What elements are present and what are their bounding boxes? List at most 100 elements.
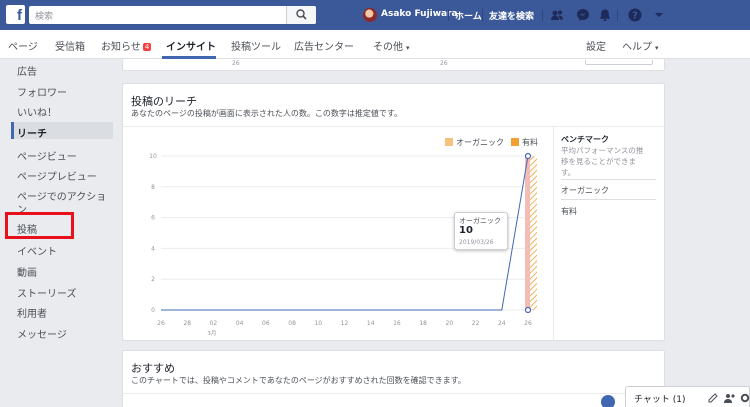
x-tick-label: 16 (393, 320, 401, 327)
dropdown-stub[interactable] (585, 60, 653, 65)
sidebar-item-reach[interactable]: リーチ (17, 125, 47, 140)
messenger-icon[interactable] (576, 8, 590, 22)
tab-inbox[interactable]: 受信箱 (55, 38, 85, 53)
divider (123, 126, 666, 127)
sidebar-item-likes[interactable]: いいね！ (17, 104, 57, 119)
x-tick-label: 14 (367, 320, 375, 327)
sidebar-item-page-views[interactable]: ページビュー (17, 148, 77, 163)
tooltip-value: 10 (459, 225, 473, 236)
legend-organic[interactable]: オーガニック (445, 137, 504, 148)
chevron-down-icon: ▾ (406, 44, 410, 52)
divider (482, 9, 483, 21)
x-tick-label: 06 (262, 320, 270, 327)
tab-publishing-tools[interactable]: 投稿ツール (231, 38, 281, 53)
highlight-bar (525, 156, 530, 310)
benchmark-paid[interactable]: 有料 (561, 206, 577, 217)
legend-swatch (445, 138, 453, 146)
divider (553, 126, 554, 341)
x-tick-label: 24 (498, 320, 506, 327)
divider (448, 9, 449, 21)
benchmark-desc: 移を見ることができま (561, 157, 636, 166)
benchmark-desc: す。 (561, 168, 576, 177)
tab-more[interactable]: その他 ▾ (373, 38, 410, 53)
sidebar-item-page-actions[interactable]: ページでのアクショ (17, 188, 106, 203)
home-link[interactable]: ホーム (455, 9, 482, 22)
gear-icon[interactable] (740, 393, 750, 403)
y-tick-label: 10 (149, 153, 157, 160)
previous-chart-panel: 26 26 (122, 59, 665, 71)
x-tick-label: 04 (236, 320, 244, 327)
help-link[interactable]: ヘルプ ▾ (622, 38, 659, 53)
profile-link[interactable]: Asako Fujiwara (381, 9, 458, 19)
tab-insights[interactable]: インサイト (166, 38, 216, 53)
facebook-logo-icon[interactable]: f (6, 5, 25, 24)
chevron-down-icon: ▾ (655, 44, 659, 52)
sidebar-item-stories[interactable]: ストーリーズ (17, 285, 77, 300)
page-nav: ページ 受信箱 お知らせ 4 インサイト 投稿ツール 広告センター その他 ▾ 設定… (0, 30, 750, 59)
sidebar-item-followers[interactable]: フォロワー (17, 84, 67, 99)
notifications-icon[interactable] (598, 8, 612, 22)
x-tick-label: 26 (524, 320, 532, 327)
legend-paid[interactable]: 有料 (511, 137, 538, 148)
search-input[interactable]: 検索 (35, 9, 53, 22)
legend-swatch (511, 138, 519, 146)
panel-subtitle: あなたのページの投稿が画面に表示された人の数。この数字は推定値です。 (131, 109, 403, 118)
x-tick-label: 10 (314, 320, 322, 327)
chart-tooltip: オーガニック 10 2019/03/26 (454, 212, 508, 250)
x-tick-label: 22 (472, 320, 480, 327)
panel-title: おすすめ (131, 362, 175, 375)
avatar[interactable] (363, 8, 377, 22)
tab-more-label: その他 (373, 42, 403, 53)
x-tick-label: 26 (157, 320, 165, 327)
compose-icon[interactable] (708, 393, 718, 403)
top-bar: f 検索 Asako Fujiwara ホーム 友達を検索 ? (0, 0, 750, 30)
divider (617, 9, 618, 21)
benchmark-organic[interactable]: オーガニック (561, 185, 609, 196)
x-tick-label: 08 (288, 320, 296, 327)
y-tick-label: 4 (151, 245, 155, 252)
sidebar-item-ads[interactable]: 広告 (17, 63, 37, 78)
search-icon (296, 9, 307, 20)
recommendations-panel: おすすめ このチャートでは、投稿やコメントであなたのページがおすすめされた回数を… (122, 350, 666, 407)
sidebar-item-page-previews[interactable]: ページプレビュー (17, 168, 97, 183)
chat-bar[interactable]: チャット (1) (625, 386, 750, 407)
tab-page[interactable]: ページ (8, 38, 38, 53)
x-tick-label: 18 (419, 320, 427, 327)
friends-icon[interactable] (724, 393, 736, 403)
legend-label: オーガニック (456, 138, 504, 147)
help-icon[interactable]: ? (628, 8, 642, 22)
friend-requests-icon[interactable] (550, 8, 564, 22)
x-tick: 26 (440, 60, 448, 67)
panel-subtitle: このチャートでは、投稿やコメントであなたのページがおすすめされた回数を確認できま… (131, 376, 466, 385)
post-reach-panel: 投稿のリーチ あなたのページの投稿が画面に表示された人の数。この数字は推定値です… (122, 83, 666, 341)
sidebar-item-videos[interactable]: 動画 (17, 264, 37, 279)
notification-badge: 4 (142, 43, 152, 51)
x-tick-label: 28 (183, 320, 191, 327)
highlight-box (5, 212, 74, 239)
sidebar-item-messages[interactable]: メッセージ (17, 326, 67, 341)
y-tick-label: 6 (151, 215, 155, 222)
account-menu-icon[interactable] (652, 8, 666, 22)
x-tick: 26 (232, 60, 240, 67)
tab-notifications[interactable]: お知らせ 4 (101, 38, 152, 53)
legend-label: 有料 (522, 138, 538, 147)
data-point (524, 306, 532, 314)
panel-title: 投稿のリーチ (131, 95, 197, 108)
chat-label: チャット (1) (634, 395, 686, 405)
sidebar-item-events[interactable]: イベント (17, 243, 57, 258)
find-friends-link[interactable]: 友達を検索 (489, 9, 534, 22)
search-button[interactable] (286, 6, 316, 24)
globe-icon[interactable] (601, 395, 615, 407)
y-tick-label: 0 (151, 307, 155, 314)
search-box[interactable]: 検索 (29, 6, 316, 24)
y-tick-label: 2 (151, 276, 155, 283)
help-link-label: ヘルプ (622, 42, 652, 53)
data-point (524, 152, 532, 160)
sidebar-item-people[interactable]: 利用者 (17, 305, 47, 320)
selected-item-indicator (11, 122, 14, 139)
benchmark-desc: 平均パフォーマンスの推 (561, 146, 644, 155)
benchmark-title: ベンチマーク (561, 135, 609, 144)
tab-ad-center[interactable]: 広告センター (294, 38, 354, 53)
divider (561, 179, 656, 180)
settings-link[interactable]: 設定 (586, 38, 606, 53)
